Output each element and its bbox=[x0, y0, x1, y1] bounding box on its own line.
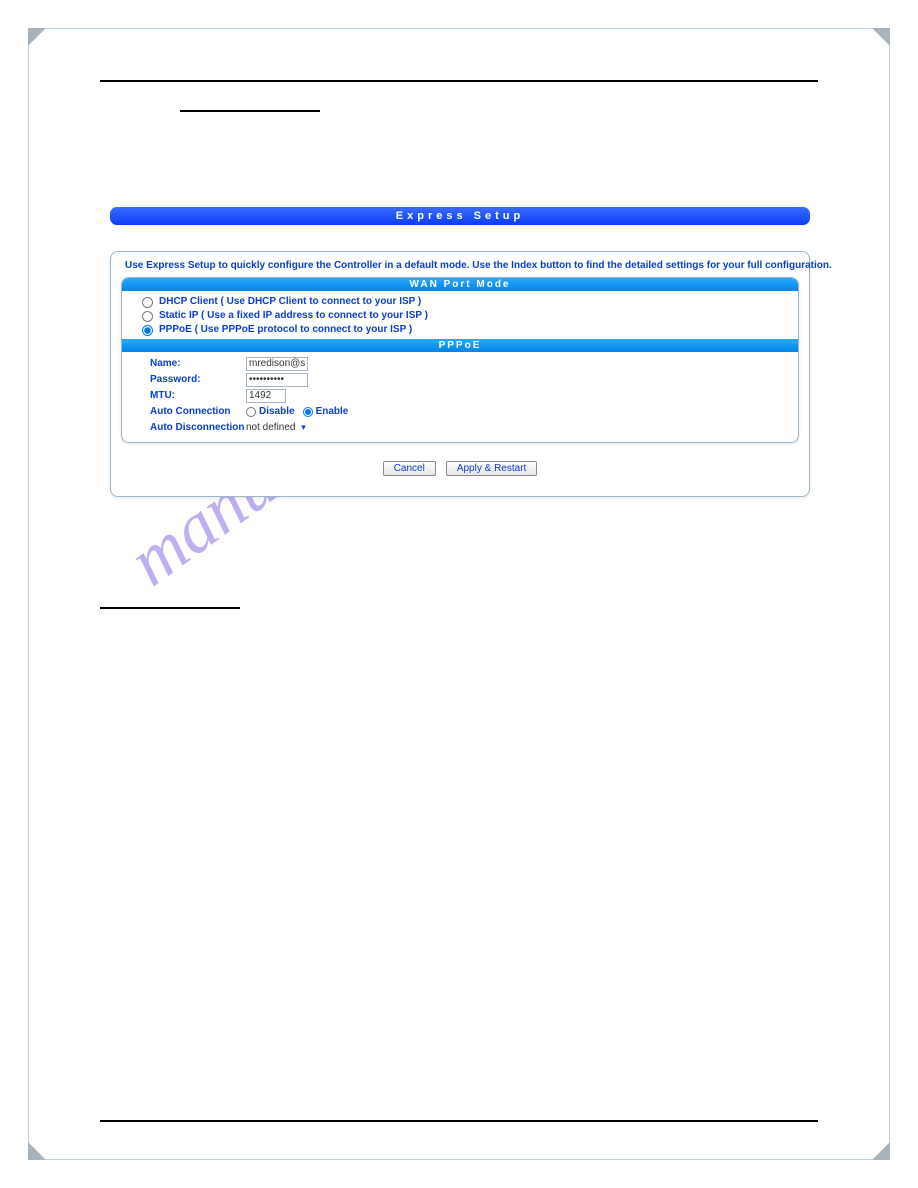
wan-option-pppoe[interactable]: PPPoE ( Use PPPoE protocol to connect to… bbox=[142, 323, 788, 337]
top-divider bbox=[100, 80, 818, 82]
autoconn-enable[interactable]: Enable bbox=[303, 404, 349, 420]
autodisc-value: not defined bbox=[246, 420, 296, 436]
wan-section-header: WAN Port Mode bbox=[122, 278, 798, 291]
autodisc-select[interactable]: not defined ▼ bbox=[246, 420, 307, 436]
autoconn-enable-label: Enable bbox=[316, 404, 349, 420]
instruction-text: Use Express Setup to quickly configure t… bbox=[121, 258, 799, 277]
apply-restart-button[interactable]: Apply & Restart bbox=[446, 461, 537, 476]
autodisc-label: Auto Disconnection bbox=[150, 420, 246, 436]
password-field[interactable] bbox=[246, 373, 308, 387]
autoconn-disable-label: Disable bbox=[259, 404, 295, 420]
wan-option-pppoe-label: PPPoE ( Use PPPoE protocol to connect to… bbox=[159, 323, 412, 337]
express-setup-screenshot: Express Setup Use Express Setup to quick… bbox=[110, 207, 810, 497]
section-title-underline-2 bbox=[100, 607, 240, 609]
wan-radio-pppoe[interactable] bbox=[142, 325, 153, 336]
name-label: Name: bbox=[150, 356, 246, 372]
pppoe-section-header: PPPoE bbox=[122, 339, 798, 352]
autoconn-disable[interactable]: Disable bbox=[246, 404, 295, 420]
wan-panel: WAN Port Mode DHCP Client ( Use DHCP Cli… bbox=[121, 277, 799, 443]
chevron-down-icon: ▼ bbox=[300, 420, 308, 436]
mtu-field[interactable] bbox=[246, 389, 286, 403]
wan-radio-dhcp[interactable] bbox=[142, 297, 153, 308]
password-label: Password: bbox=[150, 372, 246, 388]
cancel-button[interactable]: Cancel bbox=[383, 461, 436, 476]
autoconn-disable-radio[interactable] bbox=[246, 407, 256, 417]
wan-option-dhcp-label: DHCP Client ( Use DHCP Client to connect… bbox=[159, 295, 421, 309]
wan-option-static[interactable]: Static IP ( Use a fixed IP address to co… bbox=[142, 309, 788, 323]
config-panel: Use Express Setup to quickly configure t… bbox=[110, 251, 810, 497]
wan-option-static-label: Static IP ( Use a fixed IP address to co… bbox=[159, 309, 428, 323]
autoconn-enable-radio[interactable] bbox=[303, 407, 313, 417]
wan-radio-static[interactable] bbox=[142, 311, 153, 322]
name-field[interactable] bbox=[246, 357, 308, 371]
mtu-label: MTU: bbox=[150, 388, 246, 404]
wan-option-dhcp[interactable]: DHCP Client ( Use DHCP Client to connect… bbox=[142, 295, 788, 309]
express-setup-banner: Express Setup bbox=[110, 207, 810, 225]
section-title-underline bbox=[180, 110, 320, 112]
autoconn-label: Auto Connection bbox=[150, 404, 246, 420]
bottom-divider bbox=[100, 1120, 818, 1122]
